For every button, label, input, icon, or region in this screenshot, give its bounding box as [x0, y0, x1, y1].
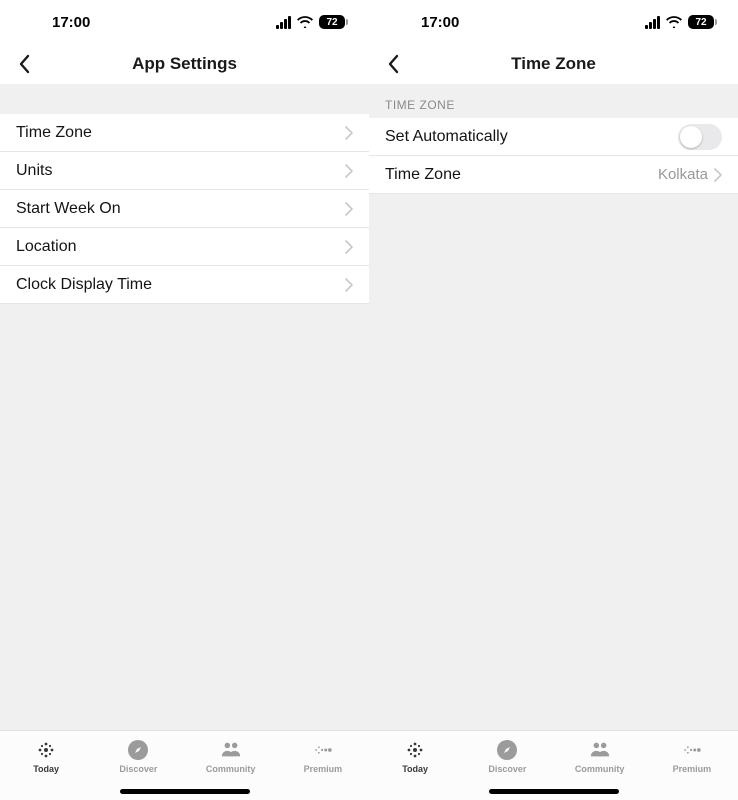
nav-bar: Time Zone [369, 44, 738, 84]
row-set-automatically[interactable]: Set Automatically [369, 118, 738, 156]
chevron-left-icon [18, 54, 30, 74]
cellular-icon [645, 16, 660, 29]
chevron-left-icon [387, 54, 399, 74]
tab-community[interactable]: Community [560, 739, 640, 774]
row-label: Time Zone [385, 166, 658, 184]
wifi-icon [666, 16, 682, 28]
status-time: 17:00 [52, 14, 90, 31]
tab-community[interactable]: Community [191, 739, 271, 774]
phone-time-zone: 17:00 72 Time Zone TIME ZONE Set Automat… [369, 0, 738, 800]
tab-label: Discover [488, 764, 526, 774]
row-time-zone[interactable]: Time Zone [0, 114, 369, 152]
back-button[interactable] [12, 52, 36, 76]
tab-discover[interactable]: Discover [467, 739, 547, 774]
wifi-icon [297, 16, 313, 28]
row-start-week-on[interactable]: Start Week On [0, 190, 369, 228]
battery-indicator: 72 [319, 15, 345, 29]
section-header: TIME ZONE [369, 84, 738, 118]
content-background [369, 194, 738, 730]
toggle-set-automatically[interactable] [678, 124, 722, 150]
community-icon [220, 739, 242, 761]
timezone-list: Set Automatically Time Zone Kolkata [369, 118, 738, 194]
row-time-zone-value[interactable]: Time Zone Kolkata [369, 156, 738, 194]
chevron-right-icon [345, 164, 353, 178]
tab-label: Community [206, 764, 256, 774]
row-label: Units [16, 162, 345, 180]
row-label: Clock Display Time [16, 276, 345, 294]
row-value: Kolkata [658, 166, 708, 183]
tab-bar: Today Discover Community Premium [0, 730, 369, 800]
status-indicators: 72 [276, 15, 345, 29]
premium-icon [312, 739, 334, 761]
battery-level: 72 [688, 15, 714, 29]
row-label: Time Zone [16, 124, 345, 142]
row-label: Start Week On [16, 200, 345, 218]
today-icon [404, 739, 426, 761]
section-spacer [0, 84, 369, 114]
chevron-right-icon [714, 168, 722, 182]
row-label: Set Automatically [385, 128, 678, 146]
cellular-icon [276, 16, 291, 29]
premium-icon [681, 739, 703, 761]
status-indicators: 72 [645, 15, 714, 29]
tab-label: Premium [304, 764, 343, 774]
home-indicator [489, 789, 619, 794]
battery-level: 72 [319, 15, 345, 29]
row-clock-display-time[interactable]: Clock Display Time [0, 266, 369, 304]
battery-indicator: 72 [688, 15, 714, 29]
home-indicator [120, 789, 250, 794]
status-time: 17:00 [421, 14, 459, 31]
tab-label: Today [33, 764, 59, 774]
settings-list: Time Zone Units Start Week On Location C… [0, 114, 369, 304]
compass-icon [496, 739, 518, 761]
community-icon [589, 739, 611, 761]
status-bar: 17:00 72 [369, 0, 738, 44]
chevron-right-icon [345, 240, 353, 254]
tab-bar: Today Discover Community Premium [369, 730, 738, 800]
chevron-right-icon [345, 278, 353, 292]
tab-today[interactable]: Today [6, 739, 86, 774]
tab-label: Discover [119, 764, 157, 774]
nav-bar: App Settings [0, 44, 369, 84]
chevron-right-icon [345, 202, 353, 216]
tab-label: Community [575, 764, 625, 774]
today-icon [35, 739, 57, 761]
tab-discover[interactable]: Discover [98, 739, 178, 774]
back-button[interactable] [381, 52, 405, 76]
status-bar: 17:00 72 [0, 0, 369, 44]
compass-icon [127, 739, 149, 761]
row-location[interactable]: Location [0, 228, 369, 266]
tab-label: Premium [673, 764, 712, 774]
tab-premium[interactable]: Premium [652, 739, 732, 774]
page-title: App Settings [132, 54, 237, 74]
row-units[interactable]: Units [0, 152, 369, 190]
row-label: Location [16, 238, 345, 256]
tab-label: Today [402, 764, 428, 774]
tab-premium[interactable]: Premium [283, 739, 363, 774]
tab-today[interactable]: Today [375, 739, 455, 774]
chevron-right-icon [345, 126, 353, 140]
phone-app-settings: 17:00 72 App Settings Time Zone Units St… [0, 0, 369, 800]
page-title: Time Zone [511, 54, 596, 74]
content-background [0, 304, 369, 730]
